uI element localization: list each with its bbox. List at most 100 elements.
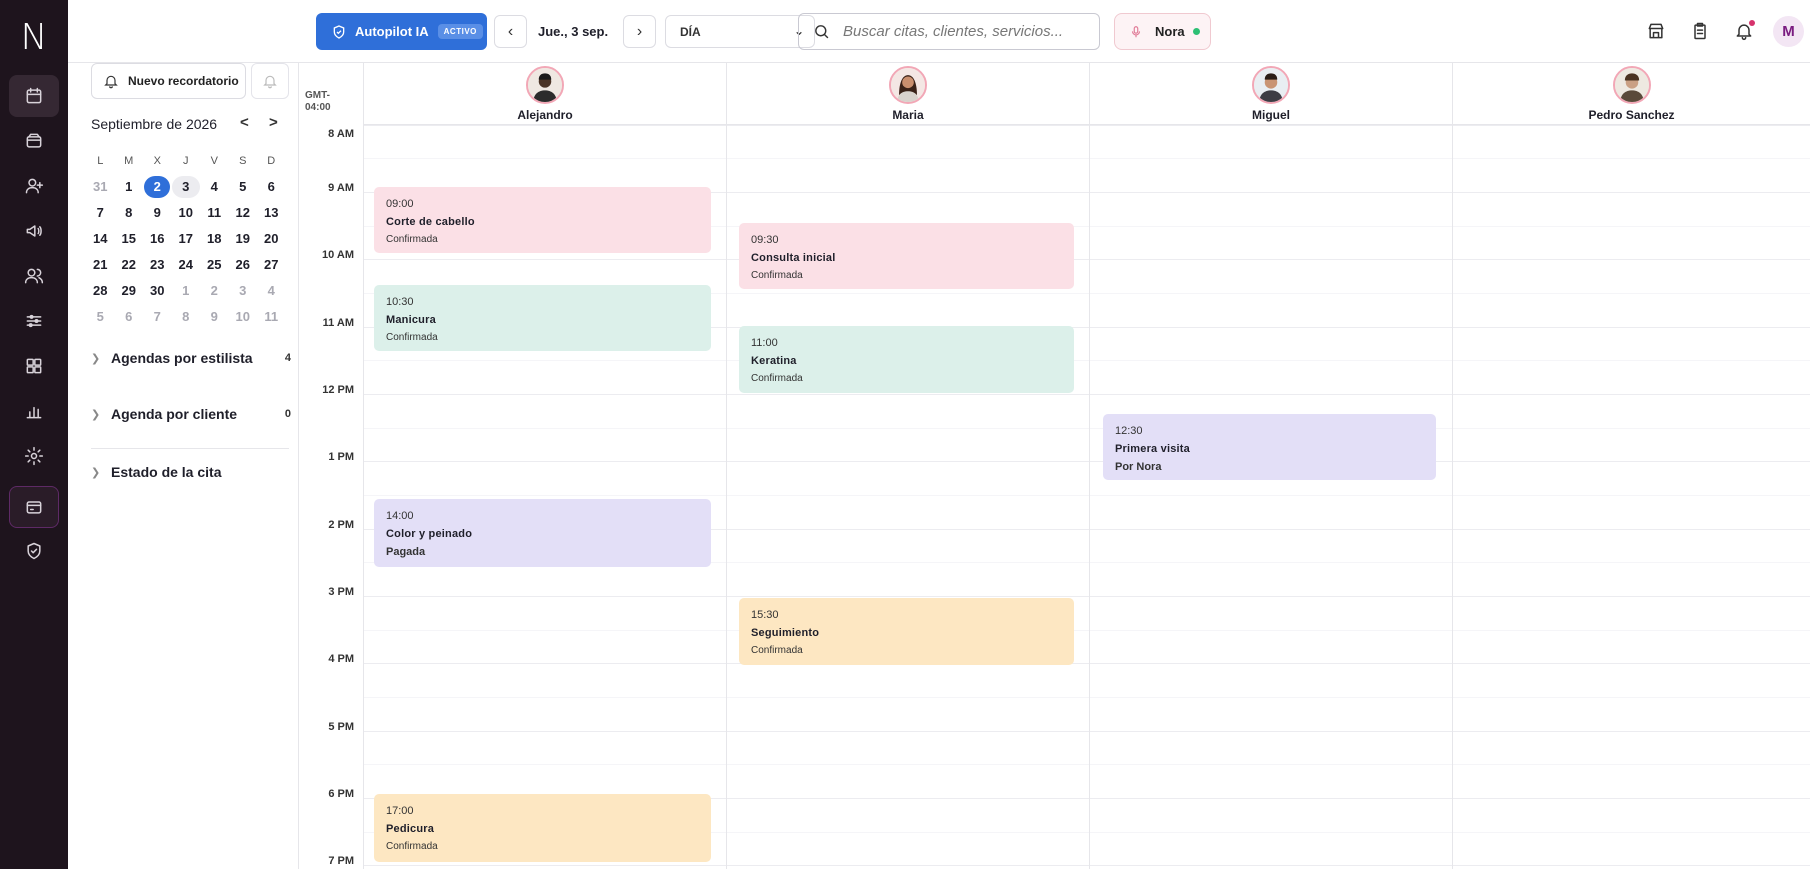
appointment-service: Seguimiento xyxy=(751,627,820,639)
section-label: Agendas por estilista xyxy=(111,350,253,366)
section-stylist-agendas[interactable]: ❯ Agendas por estilista 4 xyxy=(91,347,291,369)
section-client-agenda[interactable]: ❯ Agenda por cliente 0 xyxy=(91,403,291,425)
appointment-status: Confirmada xyxy=(751,373,803,384)
calendar-day-today[interactable]: 3 xyxy=(171,176,200,198)
appointment-time: 14:00 xyxy=(386,510,414,522)
store-icon[interactable] xyxy=(1646,21,1668,43)
bell-icon[interactable] xyxy=(1734,20,1756,43)
autopilot-button[interactable]: Autopilot IA ACTIVO xyxy=(316,13,487,50)
appointment-card[interactable]: 10:30 Manicura Confirmada xyxy=(374,285,711,351)
view-select[interactable]: DÍA ⌄ xyxy=(665,15,815,48)
card-icon[interactable] xyxy=(9,486,59,528)
mini-calendar: L M X J V S D 31 1 2 3 4 5 6 7 8 9 10 11… xyxy=(86,148,286,330)
calendar-day[interactable]: 9 xyxy=(143,202,172,224)
hour-label: 1 PM xyxy=(328,451,354,463)
next-day-button[interactable]: › xyxy=(623,15,656,48)
hour-label: 2 PM xyxy=(328,519,354,531)
calendar-day[interactable]: 21 xyxy=(86,254,115,276)
calendar-day[interactable]: 3 xyxy=(229,280,258,302)
users-icon[interactable] xyxy=(9,255,59,297)
calendar-day[interactable]: 23 xyxy=(143,254,172,276)
calendar-day[interactable]: 11 xyxy=(200,202,229,224)
calendar-day[interactable]: 9 xyxy=(200,306,229,328)
calendar-day[interactable]: 2 xyxy=(200,280,229,302)
appointment-card[interactable]: 12:30 Primera visita Por Nora xyxy=(1103,414,1436,480)
calendar-day[interactable]: 12 xyxy=(229,202,258,224)
calendar-day[interactable]: 19 xyxy=(229,228,258,250)
calendar-day[interactable]: 7 xyxy=(86,202,115,224)
calendar-day[interactable]: 7 xyxy=(143,306,172,328)
calendar-day[interactable]: 14 xyxy=(86,228,115,250)
add-user-icon[interactable] xyxy=(9,165,59,207)
calendar-day[interactable]: 6 xyxy=(257,176,286,198)
wallet-icon[interactable] xyxy=(9,120,59,162)
stylist-header[interactable]: Miguel xyxy=(1090,63,1453,125)
megaphone-icon[interactable] xyxy=(9,210,59,252)
grid-icon[interactable] xyxy=(9,345,59,387)
prev-day-button[interactable]: ‹ xyxy=(494,15,527,48)
timezone-line-1: GMT- xyxy=(305,90,330,101)
calendar-icon[interactable] xyxy=(9,75,59,117)
calendar-day[interactable]: 29 xyxy=(115,280,144,302)
calendar-day[interactable]: 4 xyxy=(257,280,286,302)
calendar-day[interactable]: 5 xyxy=(86,306,115,328)
appointment-time: 09:30 xyxy=(751,234,779,246)
appointment-service: Manicura xyxy=(386,314,436,326)
calendar-day[interactable]: 8 xyxy=(115,202,144,224)
calendar-day[interactable]: 4 xyxy=(200,176,229,198)
clipboard-icon[interactable] xyxy=(1690,21,1712,43)
calendar-day[interactable]: 26 xyxy=(229,254,258,276)
calendar-day[interactable]: 8 xyxy=(172,306,201,328)
calendar-day[interactable]: 5 xyxy=(229,176,258,198)
calendar-day[interactable]: 25 xyxy=(200,254,229,276)
bar-chart-icon[interactable] xyxy=(9,390,59,432)
settings-icon[interactable] xyxy=(9,435,59,477)
assistant-button[interactable]: Nora xyxy=(1114,13,1211,50)
search-input[interactable] xyxy=(843,23,1083,40)
calendar-day[interactable]: 18 xyxy=(200,228,229,250)
calendar-day[interactable]: 22 xyxy=(115,254,144,276)
calendar-day[interactable]: 31 xyxy=(86,176,115,198)
calendar-day[interactable]: 11 xyxy=(257,306,286,328)
prev-month-button[interactable]: < xyxy=(240,114,249,131)
stylist-header[interactable]: Alejandro xyxy=(364,63,727,125)
search-box[interactable] xyxy=(798,13,1100,50)
calendar-week: 14 15 16 17 18 19 20 xyxy=(86,226,286,252)
user-avatar[interactable]: M xyxy=(1773,16,1804,47)
appointment-card[interactable]: 09:30 Consulta inicial Confirmada xyxy=(739,223,1074,289)
reminders-bell-button[interactable] xyxy=(251,63,289,99)
section-appointment-status[interactable]: ❯ Estado de la cita xyxy=(91,461,291,483)
shield-check-icon xyxy=(333,24,345,39)
shield-check-icon[interactable] xyxy=(9,530,59,572)
next-month-button[interactable]: > xyxy=(269,114,278,131)
calendar-day[interactable]: 24 xyxy=(172,254,201,276)
calendar-day[interactable]: 15 xyxy=(115,228,144,250)
appointment-card[interactable]: 14:00 Color y peinado Pagada xyxy=(374,499,711,567)
appointment-card[interactable]: 09:00 Corte de cabello Confirmada xyxy=(374,187,711,253)
weekday-label: M xyxy=(124,155,134,167)
calendar-day[interactable]: 10 xyxy=(172,202,201,224)
avatar xyxy=(526,66,564,104)
new-reminder-button[interactable]: Nuevo recordatorio xyxy=(91,63,246,99)
calendar-day[interactable]: 1 xyxy=(115,176,144,198)
hour-label: 8 AM xyxy=(328,128,354,140)
calendar-day[interactable]: 17 xyxy=(172,228,201,250)
calendar-day[interactable]: 10 xyxy=(229,306,258,328)
stylist-column[interactable] xyxy=(1090,125,1453,869)
hour-label: 6 PM xyxy=(328,788,354,800)
calendar-day-selected[interactable]: 2 xyxy=(144,176,171,198)
calendar-day[interactable]: 16 xyxy=(143,228,172,250)
calendar-day[interactable]: 28 xyxy=(86,280,115,302)
calendar-day[interactable]: 30 xyxy=(143,280,172,302)
sliders-icon[interactable] xyxy=(9,300,59,342)
calendar-day[interactable]: 20 xyxy=(257,228,286,250)
appointment-card[interactable]: 15:30 Seguimiento Confirmada xyxy=(739,598,1074,665)
calendar-day[interactable]: 1 xyxy=(172,280,201,302)
stylist-header[interactable]: Maria xyxy=(727,63,1090,125)
calendar-day[interactable]: 27 xyxy=(257,254,286,276)
appointment-card[interactable]: 11:00 Keratina Confirmada xyxy=(739,326,1074,393)
appointment-card[interactable]: 17:00 Pedicura Confirmada xyxy=(374,794,711,862)
stylist-header[interactable]: Pedro Sanchez xyxy=(1453,63,1810,125)
calendar-day[interactable]: 6 xyxy=(115,306,144,328)
calendar-day[interactable]: 13 xyxy=(257,202,286,224)
